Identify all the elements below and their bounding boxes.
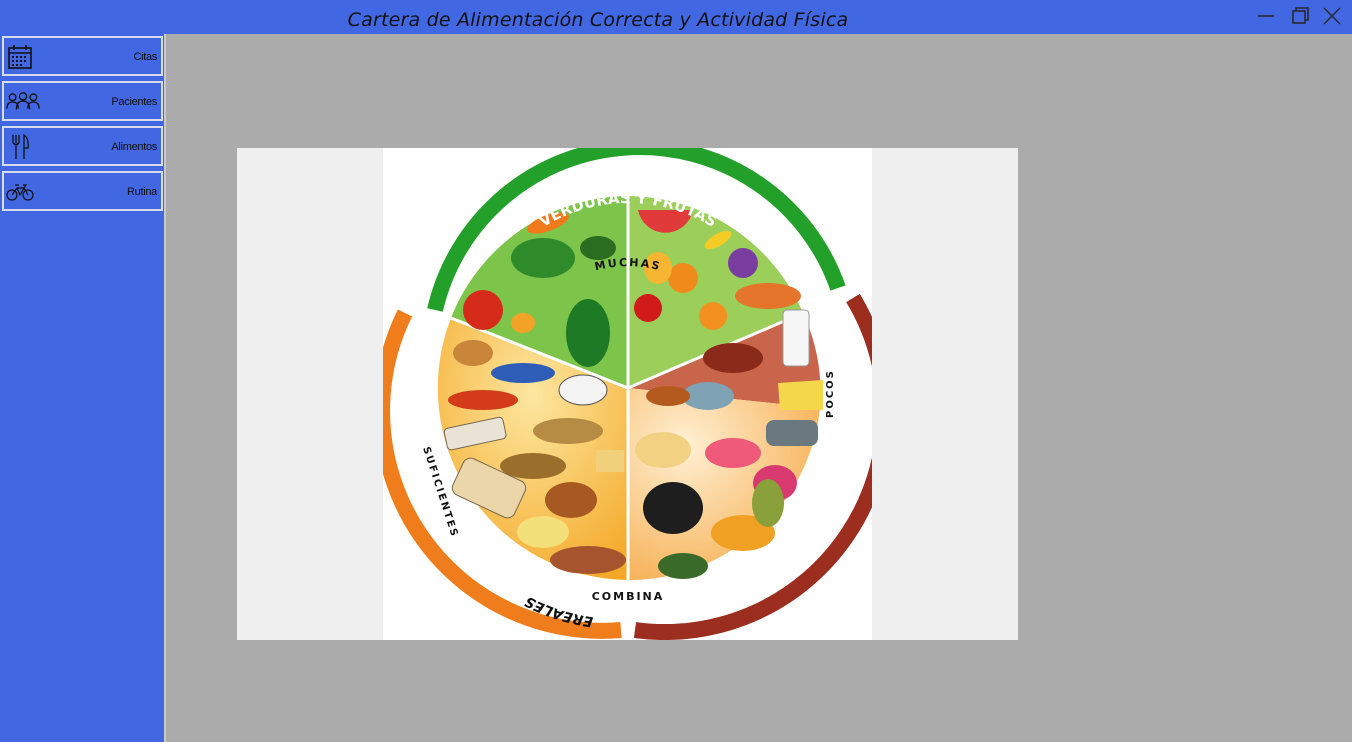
minimize-button[interactable] bbox=[1252, 4, 1280, 28]
title-bar: Cartera de Alimentación Correcta y Activ… bbox=[0, 0, 1352, 34]
sidebar-item-alimentos[interactable]: Alimentos bbox=[2, 126, 163, 166]
svg-text:COMBINA: COMBINA bbox=[592, 590, 665, 603]
sidebar: Citas Pacientes Alimentos Rutina bbox=[0, 34, 166, 742]
sidebar-item-citas[interactable]: Citas bbox=[2, 36, 163, 76]
minimize-icon bbox=[1258, 15, 1274, 17]
sidebar-item-label: Pacientes bbox=[111, 96, 157, 108]
window-title: Cartera de Alimentación Correcta y Activ… bbox=[347, 9, 849, 31]
fork-knife-icon bbox=[12, 134, 29, 159]
sidebar-item-pacientes[interactable]: Pacientes bbox=[2, 81, 163, 121]
close-icon bbox=[1323, 7, 1341, 25]
maximize-button[interactable] bbox=[1286, 4, 1314, 28]
plate-of-good-eating-image: VERDURAS Y FRUTAS MUCHAS CEREALES SUFICI… bbox=[374, 136, 893, 640]
sidebar-item-label: Alimentos bbox=[111, 141, 157, 153]
people-icon bbox=[6, 92, 40, 110]
bicycle-icon bbox=[6, 184, 34, 201]
plate-image-background: VERDURAS Y FRUTAS MUCHAS CEREALES SUFICI… bbox=[374, 136, 893, 640]
calendar-icon bbox=[8, 45, 32, 69]
svg-text:POCOS: POCOS bbox=[825, 369, 836, 418]
close-button[interactable] bbox=[1318, 4, 1346, 28]
sidebar-item-label: Citas bbox=[133, 51, 157, 63]
sidebar-item-label: Rutina bbox=[127, 186, 157, 198]
maximize-icon bbox=[1292, 7, 1309, 24]
image-panel: VERDURAS Y FRUTAS MUCHAS CEREALES SUFICI… bbox=[237, 136, 1018, 640]
sidebar-item-rutina[interactable]: Rutina bbox=[2, 171, 163, 211]
